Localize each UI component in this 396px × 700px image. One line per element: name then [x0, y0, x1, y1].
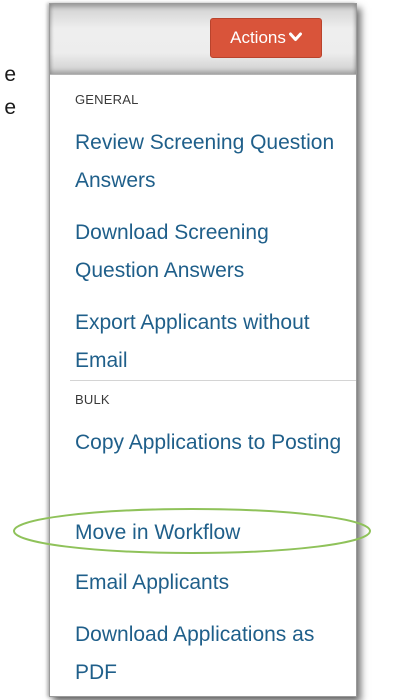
background-text-fragment: e — [4, 63, 16, 86]
page: e e Actions GENERAL Review Screening Que… — [0, 0, 396, 700]
menu-item-move-in-workflow[interactable]: Move in Workflow — [75, 514, 351, 552]
actions-button[interactable]: Actions — [210, 18, 322, 58]
menu-item-email-applicants[interactable]: Email Applicants — [75, 564, 351, 602]
menu-item-export-applicants-without-email[interactable]: Export Applicants without Email — [75, 304, 351, 380]
menu-divider — [70, 380, 356, 381]
section-header-general: GENERAL — [75, 92, 139, 107]
section-header-bulk: BULK — [75, 392, 110, 407]
background-text-fragment: e — [4, 96, 16, 119]
actions-dropdown-panel: Actions GENERAL Review Screening Questio… — [49, 3, 357, 697]
menu-item-review-screening-question-answers[interactable]: Review Screening Question Answers — [75, 124, 351, 200]
actions-button-label: Actions — [230, 28, 286, 47]
actions-header-bar: Actions — [50, 4, 356, 75]
menu-item-download-applications-as-pdf[interactable]: Download Applications as PDF — [75, 616, 351, 692]
chevron-down-icon — [288, 18, 302, 56]
menu-item-copy-applications-to-posting[interactable]: Copy Applications to Posting — [75, 424, 351, 462]
menu-item-download-screening-question-answers[interactable]: Download Screening Question Answers — [75, 214, 351, 290]
